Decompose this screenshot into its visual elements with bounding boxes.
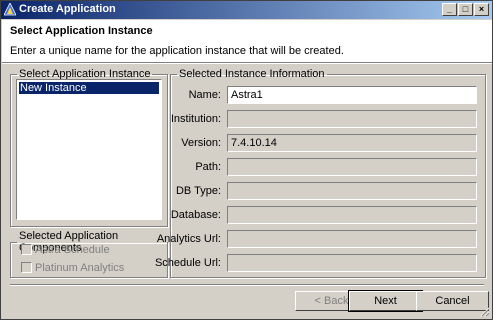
- schedule-url-label: Schedule Url:: [154, 257, 221, 269]
- version-label: Version:: [181, 137, 221, 149]
- instance-info-legend: Selected Instance Information: [179, 68, 325, 80]
- name-input[interactable]: Astra1: [227, 86, 477, 104]
- checkbox-label: Astra Schedule: [35, 244, 110, 256]
- checkbox-label: Platinum Analytics: [35, 262, 125, 274]
- schedule-url-field: [227, 254, 477, 272]
- wizard-header: Select Application Instance Enter a uniq…: [2, 20, 492, 63]
- app-icon: [4, 3, 16, 16]
- path-label: Path:: [195, 161, 221, 173]
- minimize-button[interactable]: _: [442, 3, 457, 16]
- maximize-button[interactable]: □: [458, 3, 473, 16]
- analytics-url-field: [227, 230, 477, 248]
- footer-divider-highlight: [10, 285, 484, 286]
- version-field: 7.4.10.14: [227, 134, 477, 152]
- cancel-button[interactable]: Cancel: [416, 291, 489, 311]
- analytics-url-label: Analytics Url:: [156, 233, 221, 245]
- institution-field: [227, 110, 477, 128]
- resize-grip-icon[interactable]: [480, 307, 490, 317]
- db-type-field: [227, 182, 477, 200]
- title-bar[interactable]: Create Application _ □ ×: [1, 1, 492, 19]
- path-field: [227, 158, 477, 176]
- checkbox-astra-schedule[interactable]: Astra Schedule: [21, 243, 171, 257]
- database-field: [227, 206, 477, 224]
- close-button[interactable]: ×: [474, 3, 489, 16]
- header-title: Select Application Instance: [10, 25, 153, 37]
- next-button[interactable]: Next: [348, 290, 423, 312]
- checkbox-box[interactable]: [21, 244, 32, 255]
- institution-label: Institution:: [170, 113, 221, 125]
- checkbox-box[interactable]: [21, 262, 32, 273]
- header-description: Enter a unique name for the application …: [10, 45, 344, 57]
- db-type-label: DB Type:: [175, 185, 221, 197]
- window-title: Create Application: [19, 3, 116, 15]
- database-label: Database:: [170, 209, 221, 221]
- name-label: Name:: [188, 89, 221, 101]
- create-application-window: Create Application _ □ × Select Applicat…: [0, 0, 493, 320]
- header-divider: [2, 63, 492, 64]
